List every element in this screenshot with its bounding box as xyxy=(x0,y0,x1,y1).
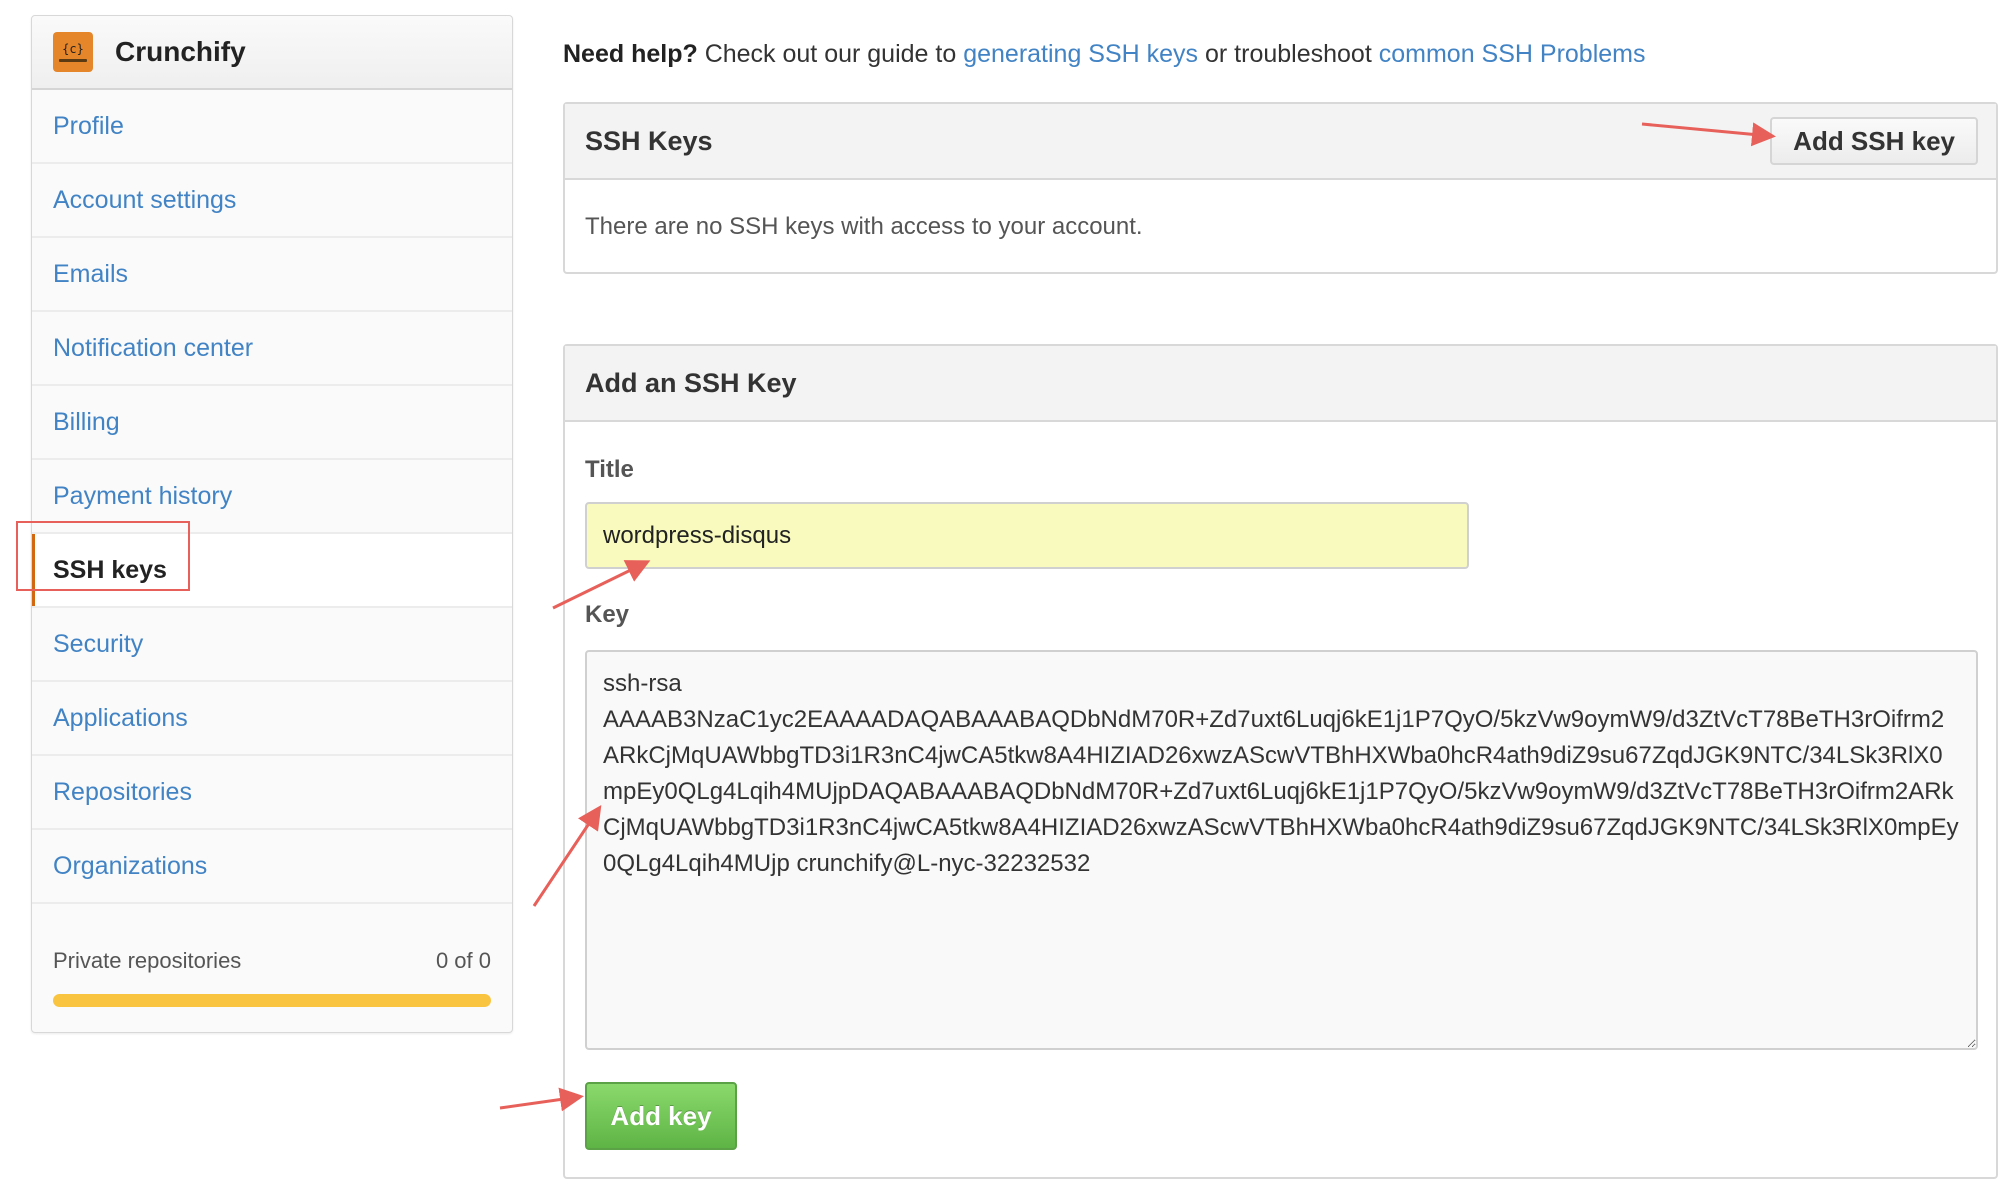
add-key-submit-button[interactable]: Add key xyxy=(585,1082,737,1150)
quota-progress-bar xyxy=(53,994,491,1007)
sidebar-item-security[interactable]: Security xyxy=(32,608,512,682)
ssh-keys-panel-header: SSH Keys Add SSH key xyxy=(565,104,1996,180)
quota-label: Private repositories xyxy=(53,948,242,973)
sidebar-item-account-settings[interactable]: Account settings xyxy=(32,164,512,238)
settings-sidebar: {c} Crunchify Profile Account settings E… xyxy=(31,15,513,1033)
title-label: Title xyxy=(585,456,634,483)
help-text: Need help? Check out our guide to genera… xyxy=(563,40,1646,68)
key-label: Key xyxy=(585,601,630,628)
sidebar-header: {c} Crunchify xyxy=(32,16,512,90)
sidebar-item-ssh-keys[interactable]: SSH keys xyxy=(32,534,512,608)
add-ssh-key-panel-header: Add an SSH Key xyxy=(565,346,1996,422)
ssh-keys-panel: SSH Keys Add SSH key There are no SSH ke… xyxy=(563,102,1998,274)
common-ssh-problems-link[interactable]: common SSH Problems xyxy=(1379,40,1646,68)
ssh-keys-heading: SSH Keys xyxy=(585,125,713,156)
quota-value: 0 of 0 xyxy=(435,948,491,973)
sidebar-item-organizations[interactable]: Organizations xyxy=(32,830,512,904)
org-logo-icon: {c} xyxy=(53,32,93,72)
org-name: Crunchify xyxy=(115,36,246,67)
sidebar-item-profile[interactable]: Profile xyxy=(32,90,512,164)
sidebar-item-repositories[interactable]: Repositories xyxy=(32,756,512,830)
sidebar-item-billing[interactable]: Billing xyxy=(32,386,512,460)
add-ssh-key-heading: Add an SSH Key xyxy=(585,367,797,398)
sidebar-item-emails[interactable]: Emails xyxy=(32,238,512,312)
sidebar-item-payment-history[interactable]: Payment history xyxy=(32,460,512,534)
title-input[interactable] xyxy=(585,502,1469,569)
add-ssh-key-button[interactable]: Add SSH key xyxy=(1770,117,1978,165)
sidebar-item-applications[interactable]: Applications xyxy=(32,682,512,756)
private-repos-quota: Private repositories 0 of 0 xyxy=(32,904,512,1007)
key-textarea[interactable]: ssh-rsa AAAAB3NzaC1yc2EAAAADAQABAAABAQDb… xyxy=(585,650,1978,1050)
generating-ssh-keys-link[interactable]: generating SSH keys xyxy=(963,40,1198,68)
help-lead: Need help? xyxy=(563,40,698,68)
add-ssh-key-panel: Add an SSH Key Title Key ssh-rsa AAAAB3N… xyxy=(563,344,1998,1179)
sidebar-item-notification-center[interactable]: Notification center xyxy=(32,312,512,386)
empty-keys-message: There are no SSH keys with access to you… xyxy=(585,213,1143,240)
